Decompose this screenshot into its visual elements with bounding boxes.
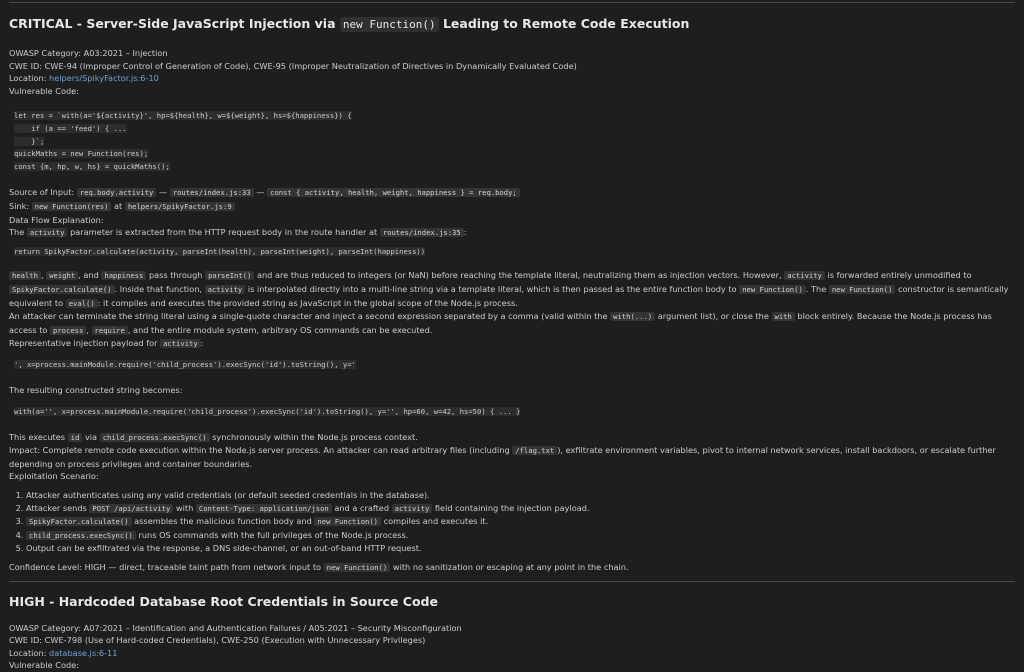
report-content: CRITICAL - Server-Side JavaScript Inject…	[9, 0, 1015, 672]
payload-label: Representative injection payload for act…	[9, 338, 204, 349]
source-of-input: Source of Input: req.body.activity — rou…	[9, 186, 1015, 200]
cwe-id: CWE ID: CWE-94 (Improper Control of Gene…	[9, 60, 577, 71]
list-item: Output can be exfiltrated via the respon…	[26, 542, 1015, 555]
critical-finding-title: CRITICAL - Server-Side JavaScript Inject…	[9, 16, 690, 32]
attack-explanation: An attacker can terminate the string lit…	[9, 311, 992, 335]
cwe-id: CWE ID: CWE-798 (Use of Hard-coded Crede…	[9, 635, 426, 646]
vulnerable-code-label: Vulnerable Code:	[9, 660, 79, 671]
location-link[interactable]: helpers/SpikyFactor.js:6-10	[49, 73, 159, 83]
sink-line: Sink: new Function(res) at helpers/Spiky…	[9, 200, 1015, 214]
list-item: SpikyFactor.calculate() assembles the ma…	[26, 515, 1015, 529]
payload-code-block: ', x=process.mainModule.require('child_p…	[14, 359, 356, 369]
vulnerable-code-block: let res = `with(a='${activity}', hp=${he…	[14, 111, 352, 171]
list-item: Attacker authenticates using any valid c…	[26, 489, 1015, 502]
confidence-level: Confidence Level: HIGH — direct, traceab…	[9, 562, 629, 572]
high-finding-title: HIGH - Hardcoded Database Root Credentia…	[9, 593, 438, 609]
list-item: Attacker sends POST /api/activity with C…	[26, 502, 1015, 516]
location-line: Location: helpers/SpikyFactor.js:6-10	[9, 73, 159, 84]
section-divider	[9, 580, 1015, 582]
route-code-block: return SpikyFactor.calculate(activity, p…	[14, 246, 426, 256]
vulnerable-code-label: Vulnerable Code:	[9, 85, 79, 96]
exploitation-steps: Attacker authenticates using any valid c…	[9, 489, 1015, 555]
parseint-explanation: health, weight, and happiness pass throu…	[9, 270, 1009, 308]
execution-note: This executes id via child_process.execS…	[9, 431, 418, 442]
data-flow-label: Data Flow Explanation:	[9, 214, 104, 225]
result-code-block: with(a='', x=process.mainModule.require(…	[14, 407, 521, 417]
result-label: The resulting constructed string becomes…	[9, 385, 183, 396]
title-code: new Function()	[339, 17, 439, 32]
location-link[interactable]: database.js:6-11	[49, 648, 117, 658]
list-item: child_process.execSync() runs OS command…	[26, 529, 1015, 543]
owasp-category: OWASP Category: A03:2021 – Injection	[9, 48, 168, 58]
location-line: Location: database.js:6-11	[9, 647, 118, 658]
owasp-category: OWASP Category: A07:2021 – Identificatio…	[9, 622, 462, 633]
data-flow-text: The activity parameter is extracted from…	[9, 227, 467, 238]
section-divider	[9, 2, 1015, 3]
impact-text: Impact: Complete remote code execution w…	[9, 445, 996, 469]
scenario-label: Exploitation Scenario:	[9, 471, 99, 482]
